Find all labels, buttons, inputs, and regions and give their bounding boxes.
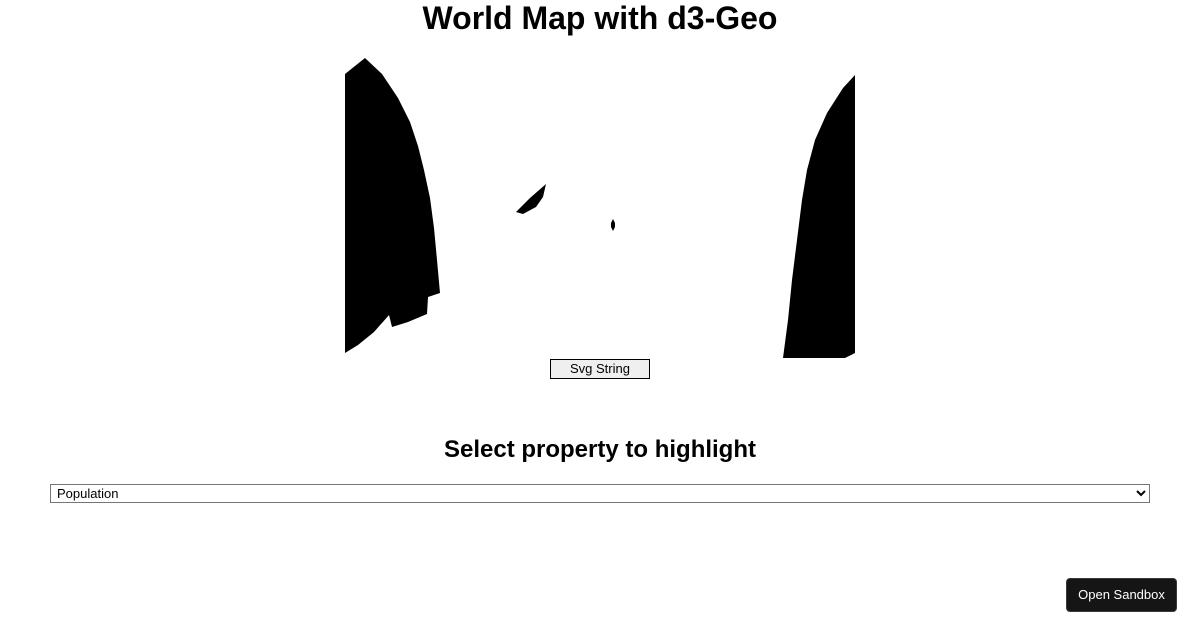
page: World Map with d3-Geo Svg String Select … bbox=[0, 0, 1200, 630]
open-sandbox-button[interactable]: Open Sandbox bbox=[1066, 578, 1177, 612]
property-select[interactable]: Population bbox=[50, 484, 1150, 503]
map-landmass-west bbox=[345, 58, 440, 353]
map-landmass-east bbox=[783, 75, 855, 358]
map-landmass-small bbox=[516, 184, 546, 214]
section-heading: Select property to highlight bbox=[443, 436, 756, 463]
page-title: World Map with d3-Geo bbox=[422, 0, 778, 36]
svg-string-button[interactable]: Svg String bbox=[550, 359, 650, 379]
map-landmass-tiny bbox=[611, 219, 615, 231]
world-map bbox=[345, 58, 855, 358]
